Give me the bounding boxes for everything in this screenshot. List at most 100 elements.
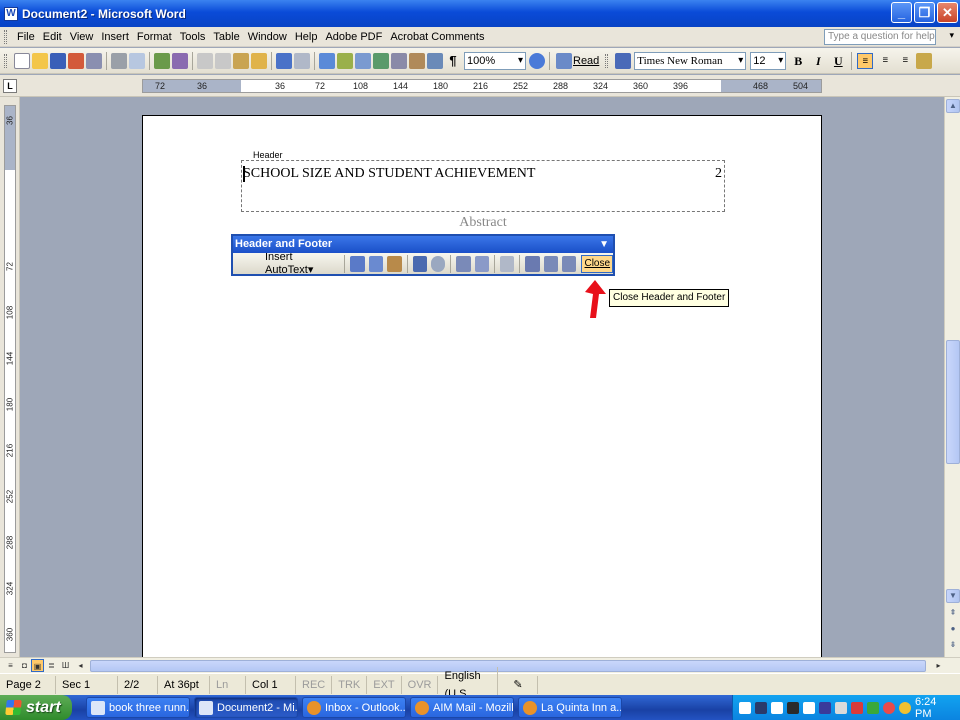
font-select[interactable]: Times New Roman	[634, 51, 747, 70]
research-icon[interactable]	[172, 52, 188, 69]
scroll-up-icon[interactable]: ▲	[946, 99, 960, 113]
start-button[interactable]: start	[0, 695, 72, 720]
format-page-number-icon[interactable]	[387, 255, 402, 272]
document-map-icon[interactable]	[427, 52, 443, 69]
document-page[interactable]: Header SCHOOL SIZE AND STUDENT ACHIEVEME…	[142, 115, 822, 657]
formatting-grip-icon[interactable]	[605, 53, 609, 68]
restore-button[interactable]: ❐	[914, 2, 935, 23]
align-center-button[interactable]: ≡	[877, 53, 893, 69]
help-question-input[interactable]: Type a question for help	[824, 29, 936, 45]
help-dropdown-icon[interactable]: ▾	[949, 30, 954, 41]
pen-tray-icon[interactable]	[739, 701, 751, 714]
email-icon[interactable]	[86, 52, 102, 69]
styles-formatting-icon[interactable]	[615, 52, 632, 69]
align-left-button[interactable]: ≡	[857, 52, 874, 69]
edit-tray-icon[interactable]	[771, 701, 783, 714]
zoom-select[interactable]: 100%	[464, 51, 526, 70]
previous-page-icon[interactable]: ⇞	[946, 607, 960, 621]
vertical-ruler[interactable]: 36 72 108 144 180 216 252 288 324 360	[4, 105, 16, 653]
network-tray-icon[interactable]	[819, 701, 831, 714]
wireless-tray-icon[interactable]	[867, 701, 879, 714]
hyperlink-icon[interactable]	[319, 52, 335, 69]
redo-icon[interactable]	[294, 52, 310, 69]
open-folder-icon[interactable]	[32, 52, 48, 69]
scroll-down-icon[interactable]: ▼	[946, 589, 960, 603]
italic-button[interactable]: I	[810, 53, 826, 69]
toolbar-grip-icon[interactable]	[4, 53, 7, 68]
taskbar-clock[interactable]: 6:24 PM	[915, 696, 946, 720]
bold-button[interactable]: B	[790, 53, 806, 69]
spelling-status-icon[interactable]: ✎	[498, 675, 539, 694]
task-book-three[interactable]: book three runn...	[86, 697, 190, 718]
close-header-footer-button[interactable]: Close	[581, 254, 614, 273]
scroll-left-icon[interactable]: ◂	[74, 659, 87, 672]
horizontal-scroll-thumb[interactable]	[90, 660, 926, 672]
toolbar-options-dropdown-icon[interactable]: ▼	[599, 236, 609, 253]
next-page-icon[interactable]: ⇟	[946, 639, 960, 653]
menu-tools[interactable]: Tools	[176, 28, 210, 46]
spelling-icon[interactable]	[154, 52, 170, 69]
font-size-select[interactable]: 12	[750, 51, 787, 70]
select-browse-object-icon[interactable]: ●	[946, 623, 960, 637]
task-aim-mail[interactable]: AIM Mail - Mozilla...	[410, 697, 514, 718]
menu-grip-icon[interactable]	[4, 29, 7, 44]
header-footer-title[interactable]: Header and Footer ▼	[233, 236, 613, 253]
scroll-right-icon[interactable]: ▸	[932, 659, 945, 672]
task-inbox-outlook[interactable]: Inbox - Outlook...	[302, 697, 406, 718]
print-preview-icon[interactable]	[129, 52, 145, 69]
help-icon[interactable]	[529, 52, 545, 69]
new-document-icon[interactable]	[14, 52, 30, 69]
security-tray-icon[interactable]	[851, 701, 863, 714]
show-hide-document-text-icon[interactable]	[474, 255, 490, 272]
paste-icon[interactable]	[233, 52, 249, 69]
cut-icon[interactable]	[197, 52, 213, 69]
menu-help[interactable]: Help	[291, 28, 322, 46]
insert-autotext-button[interactable]: Insert AutoText▾	[259, 251, 341, 276]
copy-icon[interactable]	[215, 52, 231, 69]
page-setup-icon[interactable]	[456, 255, 471, 272]
format-painter-icon[interactable]	[251, 52, 267, 69]
drawing-icon[interactable]	[409, 52, 425, 69]
align-right-button[interactable]: ≡	[897, 53, 913, 69]
header-text[interactable]: SCHOOL SIZE AND STUDENT ACHIEVEMENT	[243, 166, 535, 182]
tab-selector[interactable]: L	[3, 79, 17, 93]
print-icon[interactable]	[111, 52, 127, 69]
print-layout-icon[interactable]: ▣	[31, 659, 44, 672]
menu-adobe-pdf[interactable]: Adobe PDF	[321, 28, 386, 46]
columns-icon[interactable]	[391, 52, 407, 69]
vertical-scroll-thumb[interactable]	[946, 340, 960, 464]
menu-edit[interactable]: Edit	[39, 28, 66, 46]
insert-table-icon[interactable]	[355, 52, 371, 69]
tables-borders-icon[interactable]	[337, 52, 353, 69]
menu-window[interactable]: Window	[244, 28, 291, 46]
menu-view[interactable]: View	[66, 28, 98, 46]
task-la-quinta[interactable]: La Quinta Inn a...	[518, 697, 622, 718]
status-trk[interactable]: TRK	[332, 675, 368, 694]
word-app-icon[interactable]: W	[4, 6, 18, 21]
toolbar-options-icon[interactable]	[916, 52, 933, 69]
alert-tray-icon[interactable]	[883, 701, 895, 714]
minimize-button[interactable]: _	[891, 2, 912, 23]
undo-icon[interactable]	[276, 52, 292, 69]
insert-excel-icon[interactable]	[373, 52, 389, 69]
arrow-tray-icon[interactable]	[803, 701, 815, 714]
status-ovr[interactable]: OVR	[402, 675, 439, 694]
web-layout-icon[interactable]: ◘	[18, 659, 31, 672]
reading-layout-icon[interactable]: Ш	[59, 659, 72, 672]
menu-insert[interactable]: Insert	[97, 28, 133, 46]
permission-icon[interactable]	[68, 52, 84, 69]
tool-tray-icon[interactable]	[787, 701, 799, 714]
monitor-tray-icon[interactable]	[755, 701, 767, 714]
printer-tray-icon[interactable]	[835, 701, 847, 714]
status-rec[interactable]: REC	[296, 675, 333, 694]
insert-page-count-icon[interactable]	[368, 255, 384, 272]
header-page-number[interactable]: 2	[715, 166, 722, 182]
menu-format[interactable]: Format	[133, 28, 176, 46]
outline-view-icon[interactable]: ≣	[45, 659, 58, 672]
menu-table[interactable]: Table	[209, 28, 243, 46]
messenger-tray-icon[interactable]	[899, 701, 911, 714]
underline-button[interactable]: U	[830, 53, 846, 69]
task-document2[interactable]: Document2 - Mi...	[194, 697, 298, 718]
close-window-button[interactable]: ✕	[937, 2, 958, 23]
show-hide-paragraph-icon[interactable]: ¶	[445, 53, 461, 69]
